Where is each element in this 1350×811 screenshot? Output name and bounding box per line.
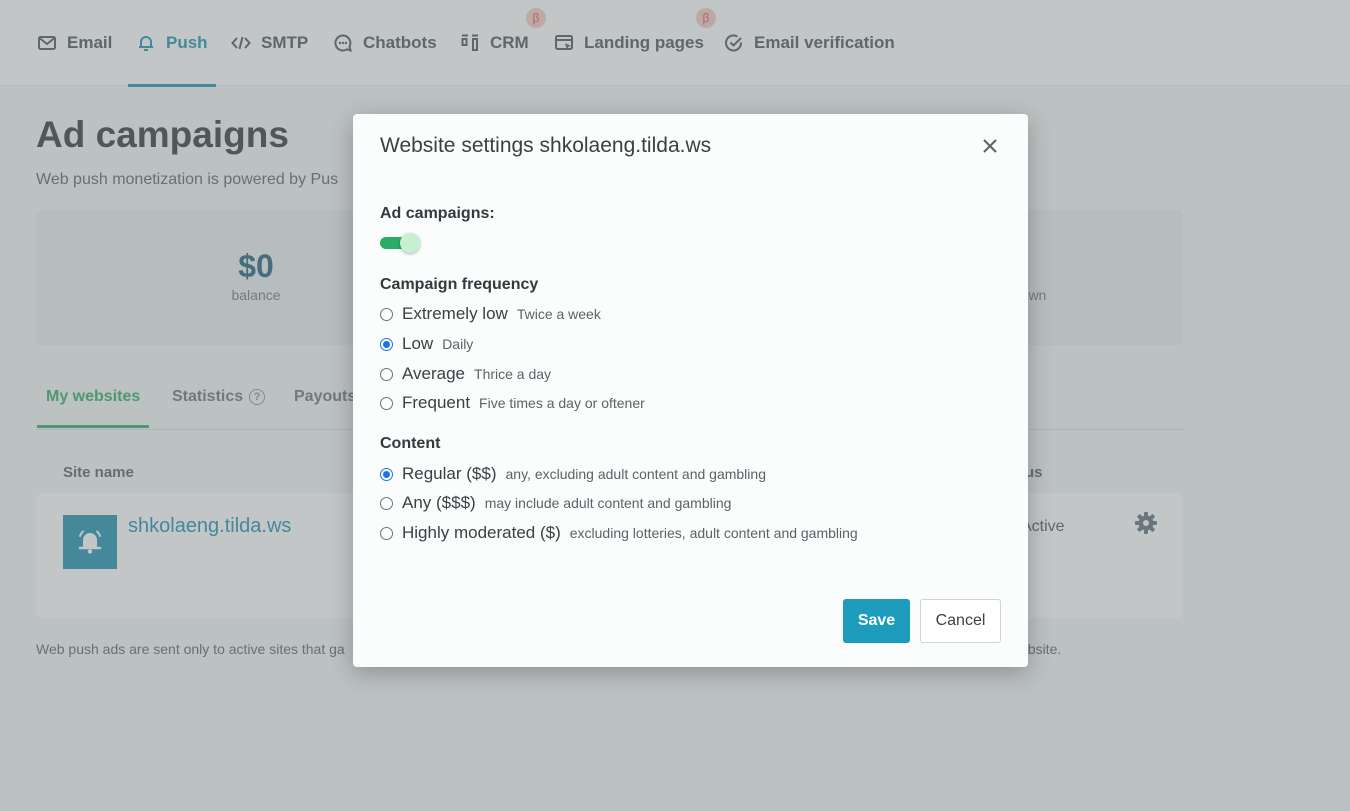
option-label: Frequent [402, 393, 471, 412]
option-label: Any ($$$) [402, 493, 476, 512]
content-option-any[interactable]: Any ($$$) may include adult content and … [380, 493, 731, 513]
radio-button[interactable] [380, 337, 393, 351]
option-description: may include adult content and gambling [484, 495, 732, 511]
content-option-highly-moderated[interactable]: Highly moderated ($) excluding lotteries… [380, 523, 858, 543]
option-label: Low [402, 334, 434, 353]
toggle-knob [400, 233, 420, 253]
option-description: Daily [442, 336, 474, 352]
option-label: Average [402, 364, 466, 383]
option-description: excluding lotteries, adult content and g… [569, 525, 858, 541]
radio-button[interactable] [380, 396, 393, 410]
frequency-option-frequent[interactable]: Frequent Five times a day or oftener [380, 393, 645, 413]
option-description: Five times a day or oftener [479, 395, 645, 411]
modal-title: Website settings shkolaeng.tilda.ws [380, 134, 712, 157]
campaign-frequency-label: Campaign frequency [380, 276, 539, 293]
save-button[interactable]: Save [843, 599, 910, 643]
frequency-option-average[interactable]: Average Thrice a day [380, 364, 551, 384]
radio-button[interactable] [380, 467, 393, 481]
content-label: Content [380, 435, 441, 452]
radio-button[interactable] [380, 307, 393, 321]
close-icon [983, 139, 997, 153]
radio-button[interactable] [380, 526, 393, 540]
ad-campaigns-toggle[interactable] [380, 233, 420, 253]
website-settings-modal: Website settings shkolaeng.tilda.ws Ad c… [353, 114, 1028, 667]
close-button[interactable] [978, 134, 1002, 158]
option-description: Thrice a day [474, 366, 552, 382]
option-description: Twice a week [516, 306, 601, 322]
ad-campaigns-label: Ad campaigns: [380, 205, 495, 222]
radio-button[interactable] [380, 496, 393, 510]
option-label: Highly moderated ($) [402, 523, 561, 542]
option-label: Extremely low [402, 304, 508, 323]
content-option-regular[interactable]: Regular ($$) any, excluding adult conten… [380, 464, 766, 484]
cancel-button[interactable]: Cancel [920, 599, 1001, 643]
frequency-option-extremely-low[interactable]: Extremely low Twice a week [380, 304, 601, 324]
frequency-option-low[interactable]: Low Daily [380, 334, 473, 354]
radio-button[interactable] [380, 367, 393, 381]
option-label: Regular ($$) [402, 464, 497, 483]
option-description: any, excluding adult content and gamblin… [505, 466, 766, 482]
